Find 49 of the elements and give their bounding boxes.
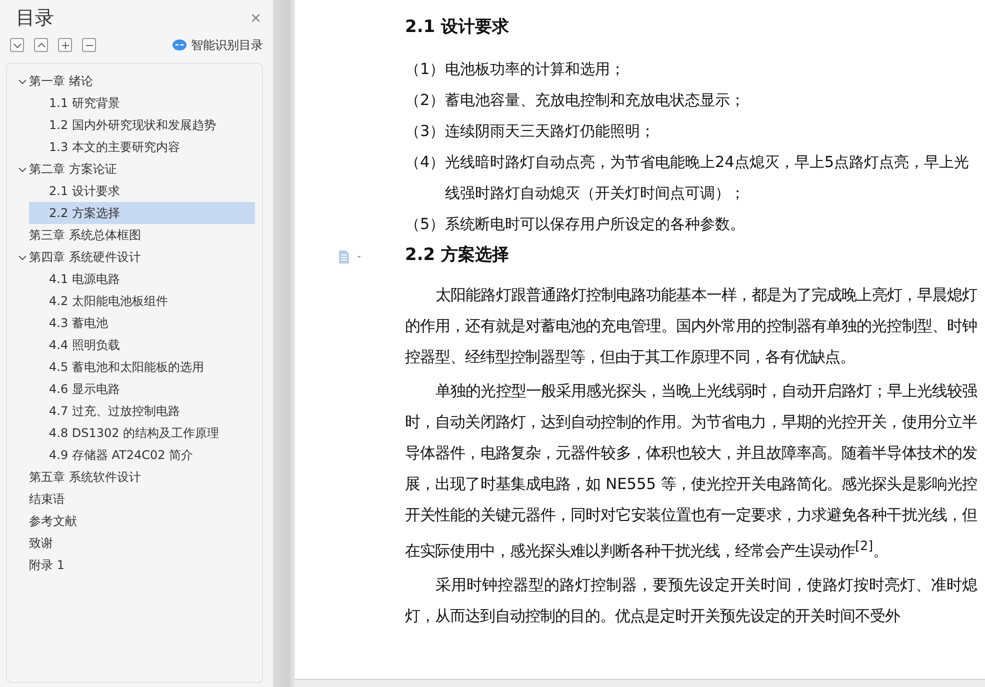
list-number: （2） [405, 90, 445, 111]
toc-item[interactable]: 4.8 DS1302 的结构及工作原理 [29, 422, 255, 444]
toc-item[interactable]: 第三章 系统总体框图 [14, 224, 255, 246]
toc-item[interactable]: 第四章 系统硬件设计 [14, 246, 255, 268]
toc-item[interactable]: 4.9 存储器 AT24C02 简介 [29, 444, 255, 466]
toc-item[interactable]: 1.1 研究背景 [29, 92, 255, 114]
list-text: 电池板功率的计算和选用； [445, 59, 626, 80]
toc-item[interactable]: 2.1 设计要求 [29, 180, 255, 202]
toc-item[interactable]: 4.1 电源电路 [29, 268, 255, 290]
toc-item[interactable]: 4.7 过充、过放控制电路 [29, 400, 255, 422]
toc-item[interactable]: 附录 1 [14, 554, 255, 576]
smart-toc-button[interactable]: 智能识别目录 [172, 36, 263, 54]
section-heading: 2.1 设计要求 [405, 16, 510, 39]
toc-item[interactable]: 4.3 蓄电池 [29, 312, 255, 334]
toc-item[interactable]: 致谢 [14, 532, 255, 554]
toc-item[interactable]: 第二章 方案论证 [14, 158, 255, 180]
plus-button[interactable] [58, 38, 72, 52]
toc-item[interactable]: 第五章 系统软件设计 [14, 466, 255, 488]
toc-item[interactable]: 4.5 蓄电池和太阳能板的选用 [29, 356, 255, 378]
chevron-button[interactable] [34, 38, 48, 52]
list-number: （5） [405, 214, 445, 235]
paragraph: 单独的光控型一般采用感光探头，当晚上光线弱时，自动开启路灯；早上光线较强时，自动关闭路灯，达到自动控制的作用。为节省电力，早期的光控开关，使用分立半导体器件，电路复杂，元器件较多，体积也较大，并且故障率高。随着半导体技术的发展，出现了时基集成电路，如 NE555 等，使光控开关电路简化。感光探头是影响光控开关性能的关键元器件，同时对它安装位置也有一定要求，力求避免各种干扰光线，但在实际使用中，感光探头难以判断各种干扰光线，经常会产生误动作$^{[2]}$。 [405, 381, 977, 562]
panel-title: 目录 [16, 6, 54, 31]
paragraph: 采用时钟控器型的路灯控制器，要预先设定开关时间，使路灯按时亮灯、准时熄灯，从而达到自动控制的目的。优点是定时开关预先设定的开关时间不受外 [405, 575, 977, 628]
toc-item[interactable]: 1.2 国内外研究现状和发展趋势 [29, 114, 255, 136]
list-text: 系统断电时可以保存用户所设定的各种参数。 [445, 214, 746, 235]
toc-item[interactable]: 4.2 太阳能电池板组件 [29, 290, 255, 312]
horizontal-scrollbar[interactable] [295, 679, 985, 687]
toc-item[interactable]: 结束语 [14, 488, 255, 510]
toc-item[interactable]: 1.3 本文的主要研究内容 [29, 136, 255, 158]
list-number: （1） [405, 59, 445, 80]
toc-item[interactable]: 参考文献 [14, 510, 255, 532]
chevron-up-icon [36, 40, 46, 50]
toc-item[interactable]: 第一章 绪论 [14, 70, 255, 92]
list-number: （3） [405, 121, 445, 142]
list-number: （4） [405, 152, 445, 173]
toc-item[interactable]: 4.4 照明负载 [29, 334, 255, 356]
paragraph: 太阳能路灯跟普通路灯控制电路功能基本一样，都是为了完成晚上亮灯，早晨熄灯的作用，还有就是对蓄电池的充电管理。国内外常用的控制器有单独的光控制型、时钟控器型、经纬型控制器型等，但由于其工作原理不同，各有优缺点。 [405, 285, 977, 368]
minus-button[interactable] [82, 38, 96, 52]
plus-icon [60, 40, 70, 50]
section-heading: 2.2 方案选择 [405, 244, 510, 267]
list-text: 光线暗时路灯自动点亮，为节省电能晚上24点熄灭，早上5点路灯点亮，早上光线强时路灯自动熄灭（开关灯时间点可调）； [445, 152, 970, 204]
toc-item[interactable]: 4.6 显示电路 [29, 378, 255, 400]
chevron-down-icon [12, 40, 22, 50]
list-text: 连续阴雨天三天路灯仍能照明； [445, 121, 656, 142]
list-text: 蓄电池容量、充放电控制和充放电状态显示； [445, 90, 746, 111]
chevron-button[interactable] [10, 38, 24, 52]
toc-item[interactable]: 2.2 方案选择 [29, 202, 255, 224]
cloud-icon [172, 39, 187, 51]
